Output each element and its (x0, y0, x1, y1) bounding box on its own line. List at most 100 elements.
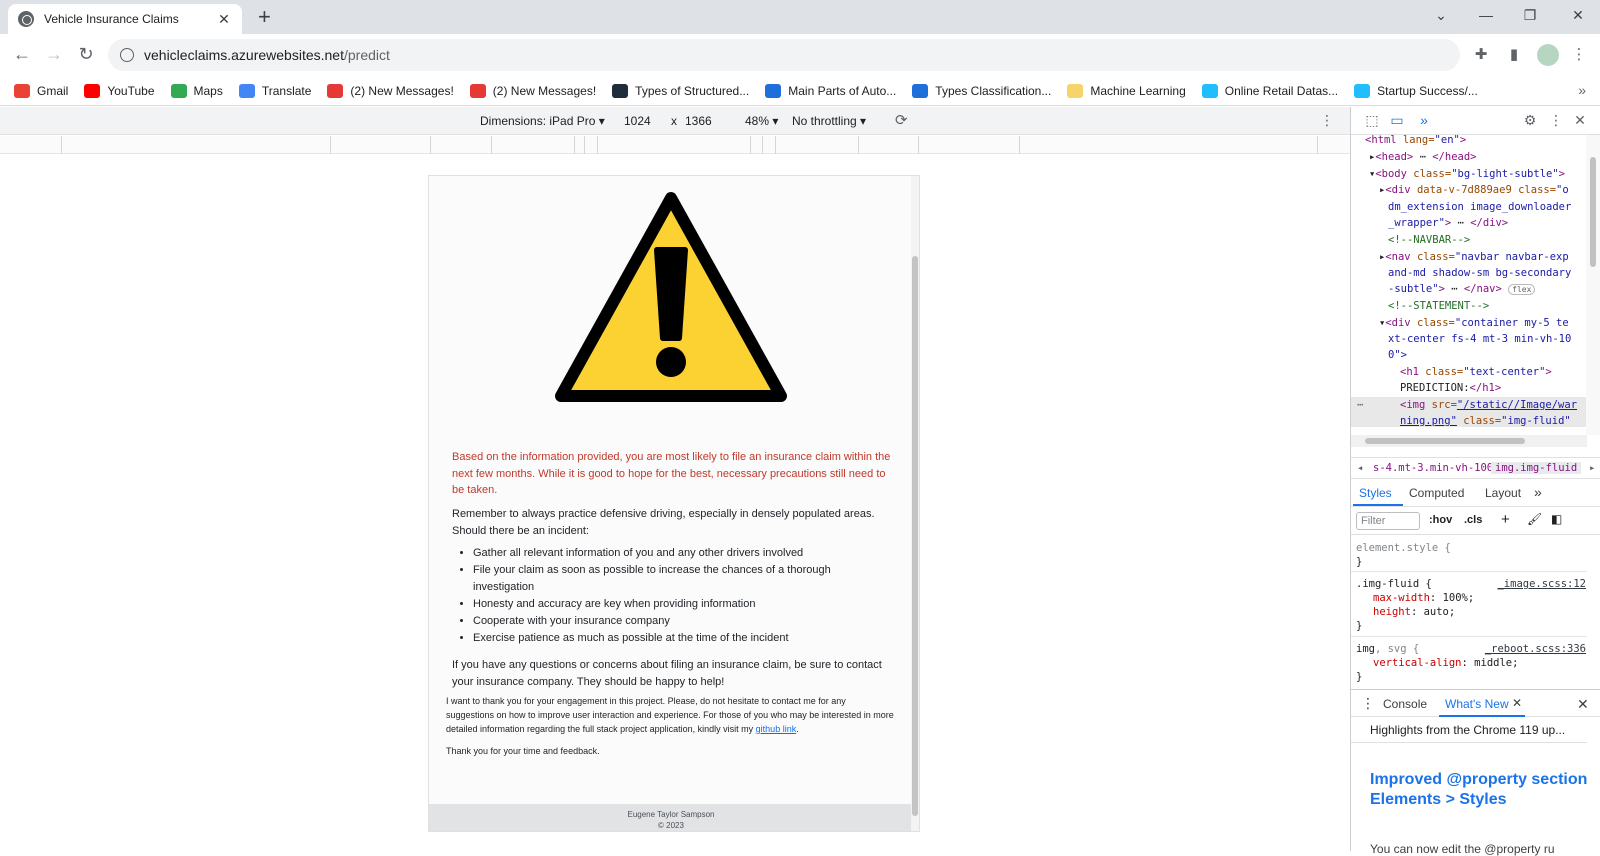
crumb-item[interactable]: s-4.mt-3.min-vh-100 (1373, 462, 1493, 474)
prop-name[interactable]: height (1373, 606, 1411, 618)
settings-gear-icon[interactable]: ⚙ (1521, 112, 1539, 129)
prop-name[interactable]: vertical-align (1373, 657, 1462, 669)
rule-end: } (1356, 620, 1363, 632)
hov-toggle[interactable]: :hov (1429, 514, 1452, 526)
bookmarks-overflow-icon[interactable]: » (1578, 82, 1586, 98)
paint-icon[interactable]: 🖌 (1527, 512, 1542, 526)
zoom-select[interactable]: 48% ▾ (745, 114, 778, 128)
crumb-item-selected[interactable]: img.img-fluid (1491, 462, 1582, 474)
crumb-left-icon[interactable]: ◂ (1357, 462, 1363, 474)
inspect-element-icon[interactable]: ⬚ (1363, 112, 1381, 129)
bookmark-item[interactable]: YouTube (84, 83, 155, 98)
bookmark-item[interactable]: Online Retail Datas... (1201, 83, 1338, 98)
node-more-icon[interactable]: ⋯ (1357, 397, 1363, 414)
tree-line-img[interactable]: <img src="/static//Image/war (1400, 397, 1577, 414)
prop-value[interactable]: 100%; (1443, 592, 1475, 604)
news-title[interactable]: Improved @property section Elements > St… (1370, 770, 1600, 810)
tree-value[interactable]: "/static//Image/war (1457, 399, 1577, 411)
tree-line-body[interactable]: ▾<body class="bg-light-subtle"> (1369, 166, 1565, 183)
minimize-icon[interactable]: — (1471, 4, 1501, 26)
media-query-ruler[interactable] (0, 136, 1350, 154)
new-tab-button[interactable]: + (258, 5, 271, 29)
tree-value: "img-fluid" (1501, 415, 1571, 427)
tab-computed[interactable]: Computed (1409, 486, 1464, 500)
bookmark-item[interactable]: Main Parts of Auto... (765, 83, 896, 98)
dimensions-select[interactable]: Dimensions: iPad Pro ▾ (480, 114, 605, 128)
rule-source-link[interactable]: _reboot.scss:336 (1485, 642, 1586, 656)
menu-icon[interactable]: ⋮ (1568, 44, 1590, 66)
cls-toggle[interactable]: .cls (1464, 514, 1482, 526)
tab-layout[interactable]: Layout (1485, 486, 1521, 500)
bookmark-item[interactable]: Maps (170, 83, 223, 98)
rule-img-svg[interactable]: img, svg { _reboot.scss:336 vertical-ali… (1356, 642, 1586, 684)
bookmark-item[interactable]: Machine Learning (1067, 83, 1186, 98)
tab-search-chevron-icon[interactable]: ⌄ (1426, 4, 1456, 26)
tree-line-h1[interactable]: <h1 class="text-center"> (1400, 364, 1552, 381)
github-link[interactable]: github link (756, 724, 797, 734)
throttle-select[interactable]: No throttling ▾ (792, 114, 866, 128)
extensions-icon[interactable]: ✚ (1470, 44, 1492, 66)
restore-icon[interactable]: ❐ (1515, 4, 1545, 26)
reload-icon[interactable]: ↻ (74, 43, 98, 65)
prop-name[interactable]: max-width (1373, 592, 1430, 604)
bookmark-item[interactable]: Translate (238, 83, 311, 98)
crumb-right-icon[interactable]: ▸ (1589, 462, 1595, 474)
sidebar-toggle-icon[interactable]: ◧ (1551, 512, 1562, 526)
close-whats-new-icon[interactable]: ✕ (1512, 696, 1522, 710)
advice-section: Remember to always practice defensive dr… (452, 506, 892, 647)
bookmark-item[interactable]: Types of Structured... (612, 83, 749, 98)
tree-line-container[interactable]: ▾<div class="container my-5 te (1379, 315, 1569, 332)
prop-value[interactable]: middle; (1474, 657, 1518, 669)
elements-tree[interactable]: <html lang="en"> ▸<head> ⋯ </head> ▾<bod… (1351, 135, 1600, 427)
height-input[interactable]: 1366 (685, 114, 712, 128)
tab-console[interactable]: Console (1383, 697, 1427, 711)
close-tab-icon[interactable]: ✕ (216, 11, 232, 28)
bookmark-item[interactable]: Types Classification... (912, 83, 1051, 98)
address-bar[interactable]: vehicleclaims.azurewebsites.net/predict (108, 39, 1460, 71)
rotate-icon[interactable]: ⟳ (895, 111, 908, 129)
rule-img-fluid[interactable]: .img-fluid { _image.scss:12 max-width: 1… (1356, 577, 1586, 633)
forward-icon[interactable]: → (42, 43, 66, 65)
flex-badge[interactable]: flex (1508, 284, 1536, 295)
bookmark-item[interactable]: (2) New Messages! (469, 83, 596, 98)
devtools-close-icon[interactable]: ✕ (1571, 112, 1589, 129)
styles-filter-input[interactable]: Filter (1356, 512, 1420, 530)
bookmark-item[interactable]: Startup Success/... (1354, 83, 1478, 98)
tree-tag: <body (1375, 168, 1407, 180)
bookmark-label: YouTube (107, 83, 155, 98)
bookmark-label: (2) New Messages! (350, 83, 454, 98)
tree-comment[interactable]: <!--NAVBAR--> (1388, 232, 1470, 249)
device-toggle-icon[interactable]: ▭ (1388, 112, 1406, 129)
devtools-menu-icon[interactable]: ⋮ (1547, 112, 1565, 129)
close-window-icon[interactable]: ✕ (1563, 4, 1593, 26)
site-info-icon[interactable] (120, 48, 134, 62)
bookmark-item[interactable]: Gmail (14, 83, 68, 98)
close-drawer-icon[interactable]: ✕ (1577, 696, 1589, 713)
tree-line-div[interactable]: ▸<div data-v-7d889ae9 class="o (1379, 182, 1569, 199)
elements-hscrollbar[interactable] (1351, 435, 1587, 447)
tab-styles[interactable]: Styles (1359, 486, 1392, 500)
width-input[interactable]: 1024 (624, 114, 651, 128)
elements-scrollbar[interactable] (1586, 135, 1600, 435)
bookmark-item[interactable]: (2) New Messages! (327, 83, 454, 98)
tree-comment[interactable]: <!--STATEMENT--> (1388, 298, 1489, 315)
side-panel-icon[interactable]: ▮ (1503, 44, 1525, 66)
tree-attr: lang= (1396, 135, 1435, 146)
tree-line-nav[interactable]: ▸<nav class="navbar navbar-exp (1379, 249, 1569, 266)
drawer-menu-icon[interactable]: ⋮ (1361, 695, 1375, 712)
more-tabs-icon[interactable]: » (1534, 484, 1542, 500)
more-panels-icon[interactable]: » (1415, 112, 1433, 128)
rule-source-link[interactable]: _image.scss:12 (1497, 577, 1586, 591)
new-rule-icon[interactable]: + (1501, 511, 1510, 528)
browser-tab[interactable]: Vehicle Insurance Claims ✕ (8, 4, 242, 34)
rule-element-style[interactable]: element.style { } (1356, 541, 1586, 569)
device-more-icon[interactable]: ⋮ (1320, 112, 1334, 129)
back-icon[interactable]: ← (10, 43, 34, 65)
device-scrollbar[interactable] (911, 176, 919, 831)
tree-line-html[interactable]: <html lang="en"> (1365, 135, 1466, 149)
avatar[interactable] (1537, 44, 1559, 66)
prop-value[interactable]: auto; (1424, 606, 1456, 618)
tab-whats-new[interactable]: What's New (1445, 697, 1509, 711)
tree-line-head[interactable]: ▸<head> ⋯ </head> (1369, 149, 1477, 166)
device-scrollbar-thumb[interactable] (912, 256, 918, 816)
